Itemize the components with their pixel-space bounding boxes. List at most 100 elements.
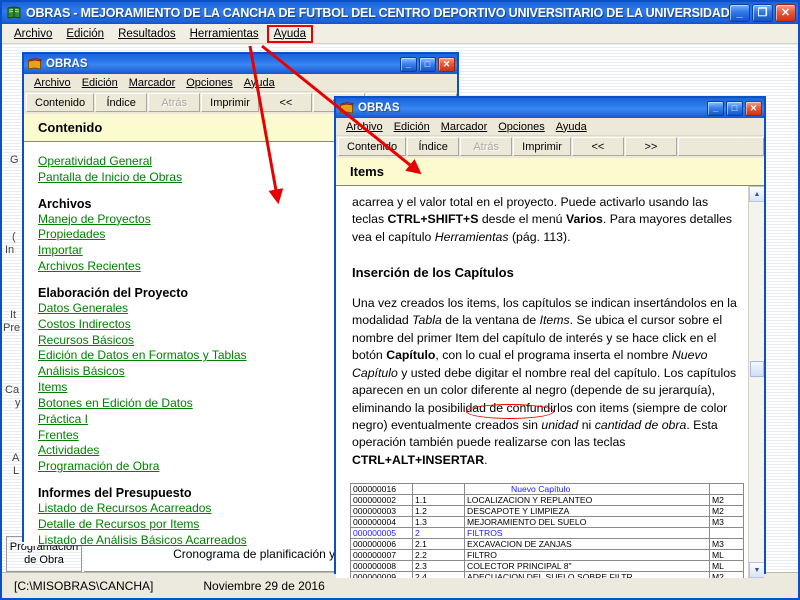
- cell-unidad: ML: [709, 549, 744, 562]
- toolbar-indice-button[interactable]: Índice: [407, 137, 460, 156]
- scroll-down-button[interactable]: ▼: [749, 562, 764, 578]
- close-button[interactable]: ✕: [775, 4, 796, 22]
- help-menu-opciones[interactable]: Opciones: [493, 120, 549, 134]
- maximize-glyph: □: [731, 103, 738, 113]
- help-menu-ayuda-label: Ayuda: [555, 120, 587, 133]
- menu-herramientas-label: Herramientas: [189, 27, 259, 40]
- cell-nombre: COLECTOR PRINCIPAL 8": [464, 560, 710, 573]
- menu-ayuda[interactable]: Ayuda: [266, 24, 314, 43]
- toolbar-contenido-button[interactable]: Contenido: [26, 93, 95, 112]
- maximize-button[interactable]: □: [419, 56, 436, 72]
- table-row[interactable]: 000000009 2.4 ADECUACION DEL SUELO SOBRE F…: [350, 571, 744, 578]
- status-project-path: [C:\MISOBRAS\CANCHA]: [14, 578, 154, 593]
- menu-edicion[interactable]: Edición: [60, 26, 110, 42]
- maximize-button[interactable]: □: [726, 100, 743, 116]
- toolbar-prev-button[interactable]: <<: [571, 137, 624, 156]
- scroll-thumb[interactable]: [750, 361, 764, 377]
- help-menu-marcador[interactable]: Marcador: [436, 120, 492, 134]
- cell-numero: 1.2: [412, 505, 465, 518]
- cell-nombre: FILTRO: [464, 549, 710, 562]
- cell-numero: 2.3: [412, 560, 465, 573]
- cell-numero: 1.1: [412, 494, 465, 507]
- table-row[interactable]: 000000003 1.2 DESCAPOTE Y LIMPIEZA M2: [350, 505, 744, 518]
- cell-nombre: MEJORAMIENTO DEL SUELO: [464, 516, 710, 529]
- menu-archivo[interactable]: Archivo: [8, 26, 58, 42]
- minimize-button[interactable]: _: [729, 4, 750, 22]
- cell-unidad: M2: [709, 494, 744, 507]
- maximize-glyph: □: [424, 59, 431, 69]
- close-button[interactable]: ✕: [745, 100, 762, 116]
- help-right-heading: Items: [336, 158, 764, 186]
- cell-nombre: Nuevo Capítulo: [464, 483, 710, 496]
- toolbar-atras-label: Atrás: [473, 140, 499, 153]
- close-button[interactable]: ✕: [438, 56, 455, 72]
- cell-codigo: 000000008: [350, 560, 413, 573]
- scroll-up-button[interactable]: ▲: [749, 186, 764, 202]
- close-glyph: ✕: [780, 6, 791, 19]
- toolbar-atras-button: Atrás: [460, 137, 513, 156]
- toolbar-indice-button[interactable]: Índice: [95, 93, 148, 112]
- table-row[interactable]: 000000007 2.2 FILTRO ML: [350, 549, 744, 562]
- help-menu-ayuda[interactable]: Ayuda: [551, 120, 592, 134]
- help-menu-opciones-label: Opciones: [498, 120, 545, 133]
- help-menu-archivo[interactable]: Archivo: [341, 120, 388, 134]
- table-row[interactable]: 000000016 Nuevo Capítulo: [350, 483, 744, 496]
- toolbar-prev-button[interactable]: <<: [259, 93, 312, 112]
- help-right-menubar: Archivo Edición Marcador Opciones Ayuda: [336, 118, 764, 136]
- help-left-title: OBRAS: [46, 58, 88, 70]
- cell-codigo: 000000002: [350, 494, 413, 507]
- toolbar-imprimir-button[interactable]: Imprimir: [201, 93, 259, 112]
- screenshot-root: OBRAS - MEJORAMIENTO DE LA CANCHA DE FUT…: [0, 0, 800, 600]
- items-table[interactable]: 000000016 Nuevo Capítulo 000000002 1.1 LOCAL…: [350, 483, 744, 578]
- cell-codigo: 000000007: [350, 549, 413, 562]
- menu-ayuda-label: Ayuda: [273, 27, 307, 40]
- cell-numero: [412, 483, 465, 496]
- minimize-button[interactable]: _: [707, 100, 724, 116]
- help-menu-opciones[interactable]: Opciones: [181, 76, 237, 90]
- help-menu-ayuda[interactable]: Ayuda: [239, 76, 280, 90]
- help-menu-archivo[interactable]: Archivo: [29, 76, 76, 90]
- minimize-button[interactable]: _: [400, 56, 417, 72]
- help-menu-archivo-label: Archivo: [34, 76, 71, 89]
- menu-herramientas[interactable]: Herramientas: [184, 26, 265, 42]
- help-window-items: OBRAS _ □ ✕ Archivo Edición Marcador Opc…: [334, 96, 766, 578]
- bg-fragment-7: A: [12, 452, 20, 464]
- help-menu-opciones-label: Opciones: [186, 76, 233, 89]
- toolbar-contenido-button[interactable]: Contenido: [338, 137, 407, 156]
- help-right-prose: acarrea y el valor total en el proyecto.…: [336, 186, 764, 469]
- table-row[interactable]: 000000002 1.1 LOCALIZACION Y REPLANTEO M2: [350, 494, 744, 507]
- help-menu-edicion-label: Edición: [81, 76, 118, 89]
- cell-nombre: ADECUACION DEL SUELO SOBRE FILTR: [464, 571, 710, 578]
- cell-unidad: [709, 527, 744, 540]
- help-left-menubar: Archivo Edición Marcador Opciones Ayuda: [24, 74, 457, 92]
- toolbar-indice-label: Índice: [106, 96, 136, 109]
- table-row[interactable]: 000000006 2.1 EXCAVACION DE ZANJAS M3: [350, 538, 744, 551]
- cell-numero: 1.3: [412, 516, 465, 529]
- table-row[interactable]: 000000008 2.3 COLECTOR PRINCIPAL 8" ML: [350, 560, 744, 573]
- restore-button[interactable]: ❐: [752, 4, 773, 22]
- help-left-titlebar: OBRAS _ □ ✕: [24, 54, 457, 74]
- toolbar-imprimir-button[interactable]: Imprimir: [513, 137, 571, 156]
- toolbar-next-button[interactable]: >>: [624, 137, 677, 156]
- help-menu-edicion[interactable]: Edición: [77, 76, 123, 90]
- main-caption-buttons: _ ❐ ✕: [729, 4, 796, 22]
- cell-codigo: 000000003: [350, 505, 413, 518]
- items-table-body: 000000016 Nuevo Capítulo 000000002 1.1 LOCAL…: [350, 483, 744, 578]
- table-row[interactable]: 000000005 2 FILTROS: [350, 527, 744, 540]
- help-menu-edicion-label: Edición: [393, 120, 430, 133]
- cell-numero: 2.2: [412, 549, 465, 562]
- bg-fragment-3: It: [10, 309, 17, 321]
- help-menu-archivo-label: Archivo: [346, 120, 383, 133]
- main-menubar: Archivo Edición Resultados Herramientas …: [2, 24, 798, 44]
- toolbar-imprimir-label: Imprimir: [210, 96, 250, 109]
- cell-numero: 2: [412, 527, 465, 540]
- menu-resultados[interactable]: Resultados: [112, 26, 182, 42]
- toolbar-atras-button: Atrás: [148, 93, 201, 112]
- bg-fragment-5: Ca: [5, 384, 20, 396]
- cell-nombre: DESCAPOTE Y LIMPIEZA: [464, 505, 710, 518]
- menu-resultados-label: Resultados: [118, 27, 176, 40]
- vertical-scrollbar[interactable]: ▲ ▼: [748, 186, 764, 578]
- help-menu-marcador[interactable]: Marcador: [124, 76, 180, 90]
- table-row[interactable]: 000000004 1.3 MEJORAMIENTO DEL SUELO M3: [350, 516, 744, 529]
- help-menu-edicion[interactable]: Edición: [389, 120, 435, 134]
